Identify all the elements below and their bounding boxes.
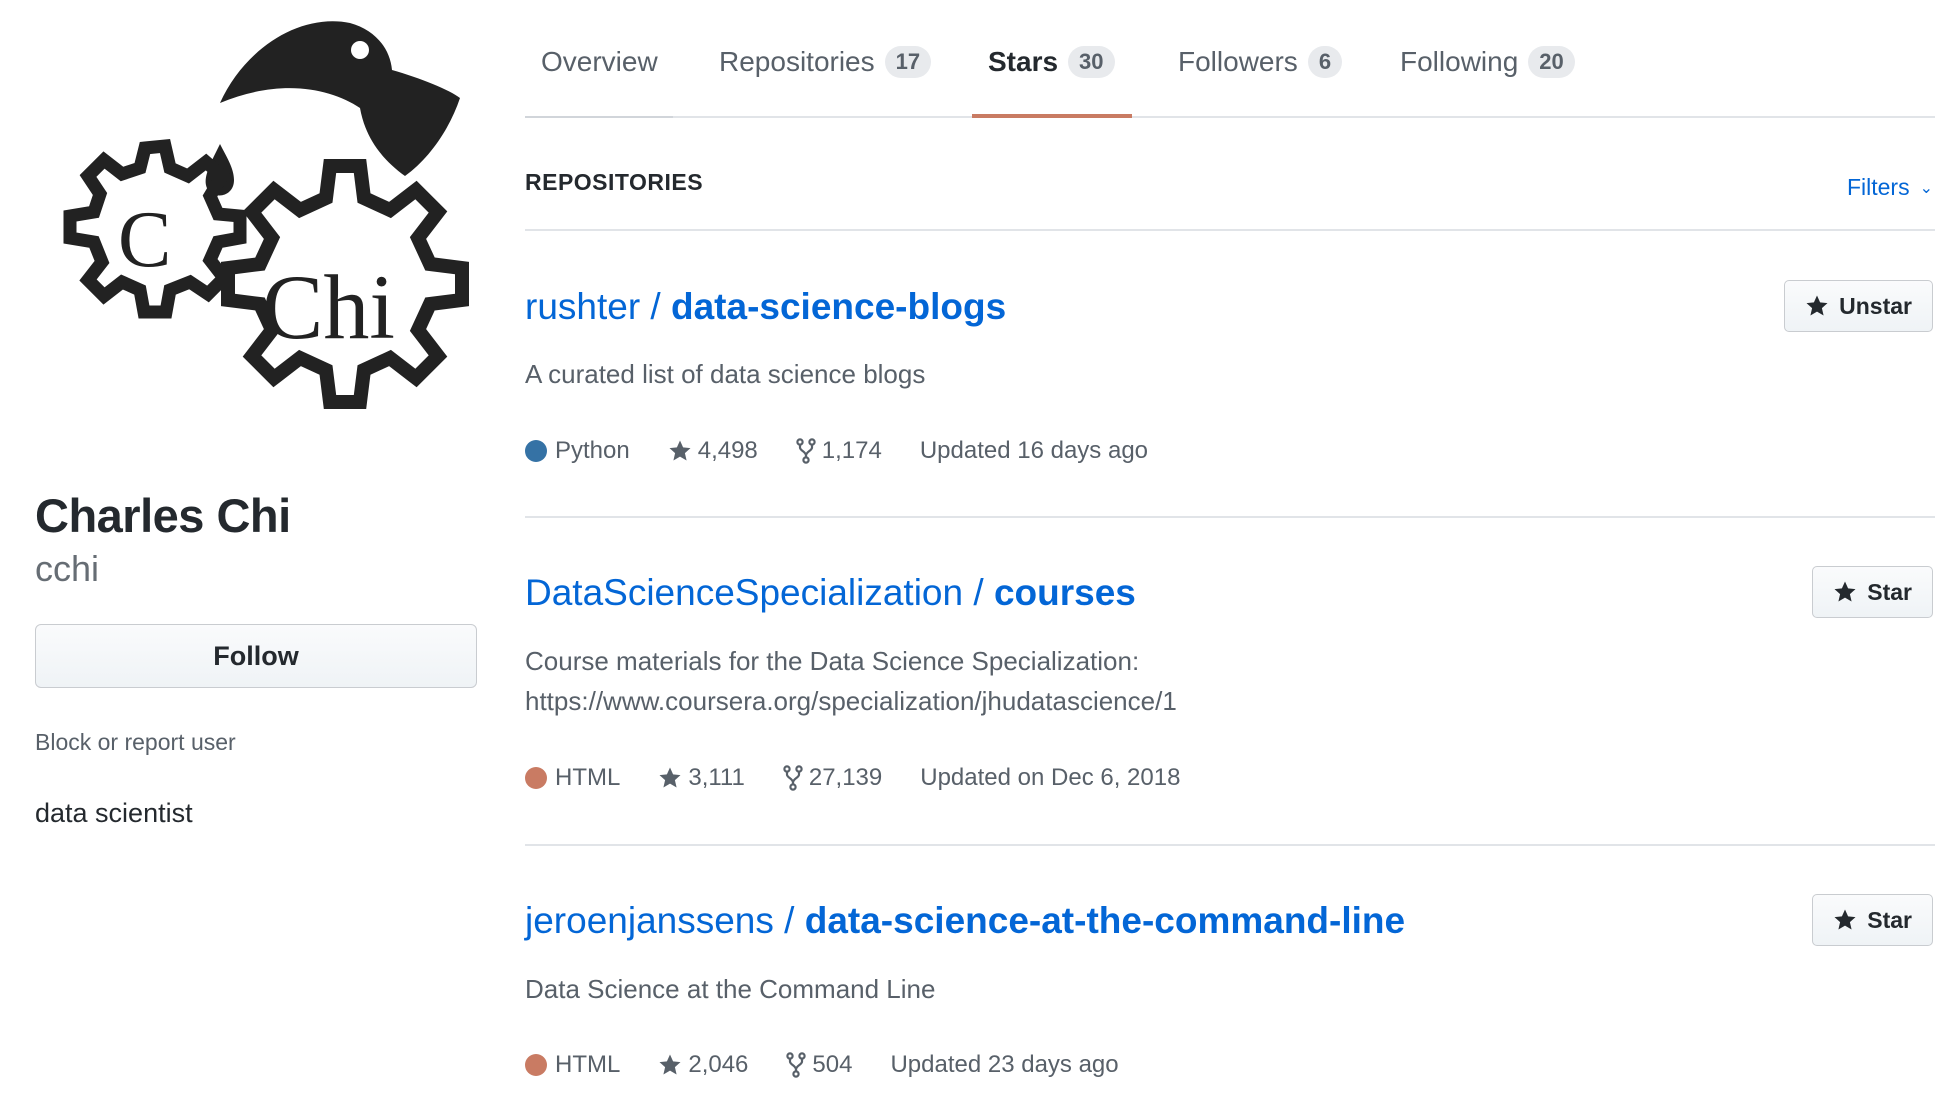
tab-count: 20 (1528, 46, 1575, 78)
language-color-dot (525, 440, 547, 462)
tab-count: 6 (1307, 46, 1343, 78)
active-tab-underline (972, 114, 1132, 118)
follow-button[interactable]: Follow (35, 624, 477, 688)
repo-name: courses (993, 572, 1136, 613)
section-divider (525, 229, 1935, 231)
tab-label: Repositories (719, 46, 875, 77)
tab-followers[interactable]: Followers 6 (1178, 46, 1343, 78)
repo-stargazers[interactable]: 2,046 (658, 1051, 748, 1079)
updated-text: Updated 16 days ago (919, 437, 1149, 464)
repo-separator: / (963, 572, 994, 613)
forks-count: 504 (812, 1051, 853, 1078)
tab-stars[interactable]: Stars 30 (988, 46, 1115, 78)
repo-description: A curated list of data science blogs (525, 359, 926, 389)
repo-description-link[interactable]: https://www.coursera.org/specialization/… (525, 681, 1425, 721)
stars-count: 3,111 (688, 764, 745, 791)
star-icon (1834, 581, 1856, 602)
forks-count: 1,174 (821, 437, 882, 464)
repo-meta: HTML 2,046 504 Updated 23 days ago (525, 1051, 1119, 1079)
tab-label: Overview (541, 46, 658, 77)
updated-text: Updated on Dec 6, 2018 (920, 764, 1181, 791)
repo-name: data-science-blogs (671, 286, 1007, 327)
repo-divider (525, 516, 1935, 518)
language-color-dot (525, 1054, 547, 1076)
repo-title-link[interactable]: DataScienceSpecialization / courses (525, 572, 1136, 614)
chevron-down-icon: ⌄ (1919, 179, 1933, 197)
star-button-label: Star (1867, 906, 1912, 933)
repo-owner: DataScienceSpecialization (525, 572, 964, 613)
repo-description: Course materials for the Data Science Sp… (525, 641, 1425, 721)
stars-count: 2,046 (688, 1051, 749, 1078)
tab-repositories[interactable]: Repositories 17 (719, 46, 932, 78)
profile-fullname: Charles Chi (35, 489, 291, 542)
repo-separator: / (640, 286, 671, 327)
repo-meta: Python 4,498 1,174 Updated 16 days ago (525, 437, 1148, 465)
language-color-dot (525, 767, 547, 789)
tab-count: 17 (884, 46, 932, 78)
repo-title-link[interactable]: jeroenjanssens / data-science-at-the-com… (525, 900, 1405, 942)
forks-count: 27,139 (808, 764, 883, 791)
star-icon (659, 767, 681, 788)
avatar-large-text: Chi (262, 256, 395, 358)
star-button[interactable]: Star (1812, 894, 1933, 946)
avatar[interactable]: C Chi (30, 8, 480, 460)
star-button-label: Unstar (1839, 292, 1912, 319)
tab-count: 30 (1068, 46, 1115, 78)
filters-label: Filters (1846, 174, 1910, 200)
fork-icon (796, 438, 816, 464)
section-title: REPOSITORIES (525, 169, 704, 195)
tab-hover-underline (525, 116, 673, 118)
repo-stargazers[interactable]: 3,111 (658, 764, 745, 792)
repo-language: HTML (525, 764, 620, 792)
repo-title-link[interactable]: rushter / data-science-blogs (525, 286, 1006, 328)
fork-icon (783, 765, 803, 791)
tab-label: Following (1400, 46, 1519, 77)
profile-bio: data scientist (35, 798, 193, 828)
repo-forks[interactable]: 1,174 (796, 437, 882, 465)
repo-forks[interactable]: 27,139 (783, 764, 882, 792)
repo-owner: jeroenjanssens (525, 900, 774, 941)
tab-overview[interactable]: Overview (541, 46, 658, 78)
language-label: Python (555, 437, 630, 464)
star-button-label: Star (1867, 578, 1912, 605)
tab-following[interactable]: Following 20 (1400, 46, 1575, 78)
star-icon (1834, 909, 1856, 930)
filters-dropdown[interactable]: Filters ⌄ (1847, 174, 1933, 201)
star-icon (1806, 295, 1828, 316)
profile-username: cchi (35, 548, 100, 589)
repo-forks[interactable]: 504 (786, 1051, 852, 1079)
repo-language: HTML (525, 1051, 620, 1079)
repo-stargazers[interactable]: 4,498 (668, 437, 758, 465)
tab-label: Followers (1178, 46, 1298, 77)
repo-divider (525, 844, 1935, 846)
star-icon (669, 440, 691, 461)
language-label: HTML (555, 1051, 621, 1078)
stars-count: 4,498 (697, 437, 758, 464)
repo-language: Python (525, 437, 630, 465)
repo-name: data-science-at-the-command-line (804, 900, 1406, 941)
updated-text: Updated 23 days ago (890, 1051, 1119, 1078)
repo-owner: rushter (525, 286, 641, 327)
star-button[interactable]: Star (1812, 566, 1933, 618)
block-report-link[interactable]: Block or report user (35, 729, 236, 756)
language-label: HTML (555, 764, 621, 791)
unstar-button[interactable]: Unstar (1784, 280, 1933, 332)
star-icon (659, 1054, 681, 1075)
fork-icon (786, 1052, 807, 1078)
repo-meta: HTML 3,111 27,139 Updated on Dec 6, 2018 (525, 764, 1180, 792)
repo-description-line: Course materials for the Data Science Sp… (525, 646, 1140, 676)
tab-label: Stars (988, 46, 1059, 77)
avatar-small-text: C (118, 196, 171, 284)
repo-separator: / (773, 900, 805, 941)
tabs-divider (525, 116, 1935, 118)
repo-description: Data Science at the Command Line (525, 974, 936, 1004)
